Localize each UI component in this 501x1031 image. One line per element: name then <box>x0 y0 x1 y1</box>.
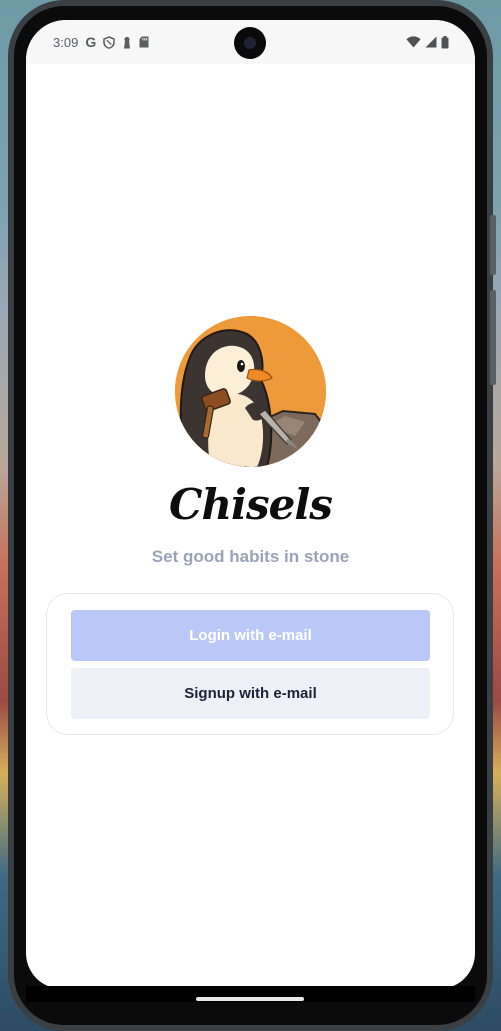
volume-button <box>490 215 496 275</box>
battery-icon <box>441 35 449 48</box>
front-camera <box>234 27 266 59</box>
app-tagline: Set good habits in stone <box>151 547 350 566</box>
shield-icon <box>103 35 115 49</box>
app-title: Chisels <box>169 480 333 529</box>
app-logo <box>175 316 326 467</box>
home-indicator[interactable] <box>196 997 304 1001</box>
status-right <box>406 35 449 49</box>
power-button <box>490 290 496 385</box>
keyhole-icon <box>124 36 131 48</box>
penguin-chiseling-stone-icon <box>175 316 326 467</box>
wifi-icon <box>406 36 421 48</box>
cellular-signal-icon <box>425 36 437 48</box>
auth-card: Login with e-mail Signup with e-mail <box>46 593 454 735</box>
status-left: 3:09 G <box>53 34 149 50</box>
signup-with-email-button[interactable]: Signup with e-mail <box>71 668 430 719</box>
status-time: 3:09 <box>53 34 79 50</box>
sd-card-icon <box>139 36 149 48</box>
phone-screen: 3:09 G Chisels Set good habits in stone … <box>26 20 475 989</box>
login-with-email-button[interactable]: Login with e-mail <box>71 610 430 661</box>
google-g-icon: G <box>85 34 97 50</box>
